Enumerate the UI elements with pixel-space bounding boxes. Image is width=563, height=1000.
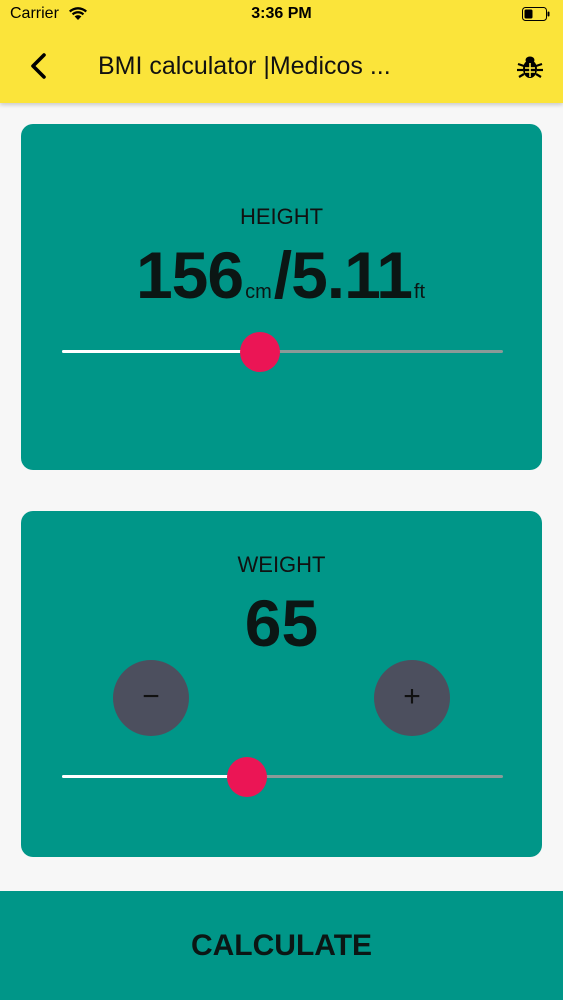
back-chevron-icon[interactable] xyxy=(24,50,54,82)
increase-weight-button[interactable]: + xyxy=(374,660,450,736)
weight-value: 65 xyxy=(244,586,319,660)
weight-card: WEIGHT 65 − + xyxy=(21,511,542,857)
height-ft-unit: ft xyxy=(413,281,426,303)
battery-icon xyxy=(522,7,550,21)
app-header: Carrier 3:36 PM BMI calculator |Medicos … xyxy=(0,0,563,103)
weight-label: WEIGHT xyxy=(237,552,326,577)
bug-icon[interactable] xyxy=(514,51,546,83)
weight-slider-thumb[interactable] xyxy=(227,757,268,797)
height-ft-value: 5.11 xyxy=(291,238,413,312)
height-label: HEIGHT xyxy=(239,204,324,229)
navigation-bar: BMI calculator |Medicos ... xyxy=(0,30,563,103)
height-cm-value: 156 xyxy=(135,238,244,312)
height-slider-fill xyxy=(62,350,261,353)
decrease-weight-button[interactable]: − xyxy=(113,660,189,736)
height-cm-unit: cm xyxy=(245,281,272,303)
weight-slider-fill xyxy=(62,775,248,778)
height-card: HEIGHT 156 cm/5.11 ft xyxy=(21,124,542,470)
height-slider[interactable] xyxy=(62,332,503,372)
height-readout: 156 cm/5.11 ft xyxy=(21,237,542,313)
height-slider-thumb[interactable] xyxy=(240,332,281,372)
calculate-button[interactable]: CALCULATE xyxy=(0,891,563,1000)
page-title: BMI calculator |Medicos ... xyxy=(98,52,391,80)
status-time: 3:36 PM xyxy=(251,5,312,22)
status-bar: Carrier 3:36 PM xyxy=(0,0,563,30)
weight-slider[interactable] xyxy=(62,757,503,797)
height-separator: / xyxy=(273,238,292,312)
